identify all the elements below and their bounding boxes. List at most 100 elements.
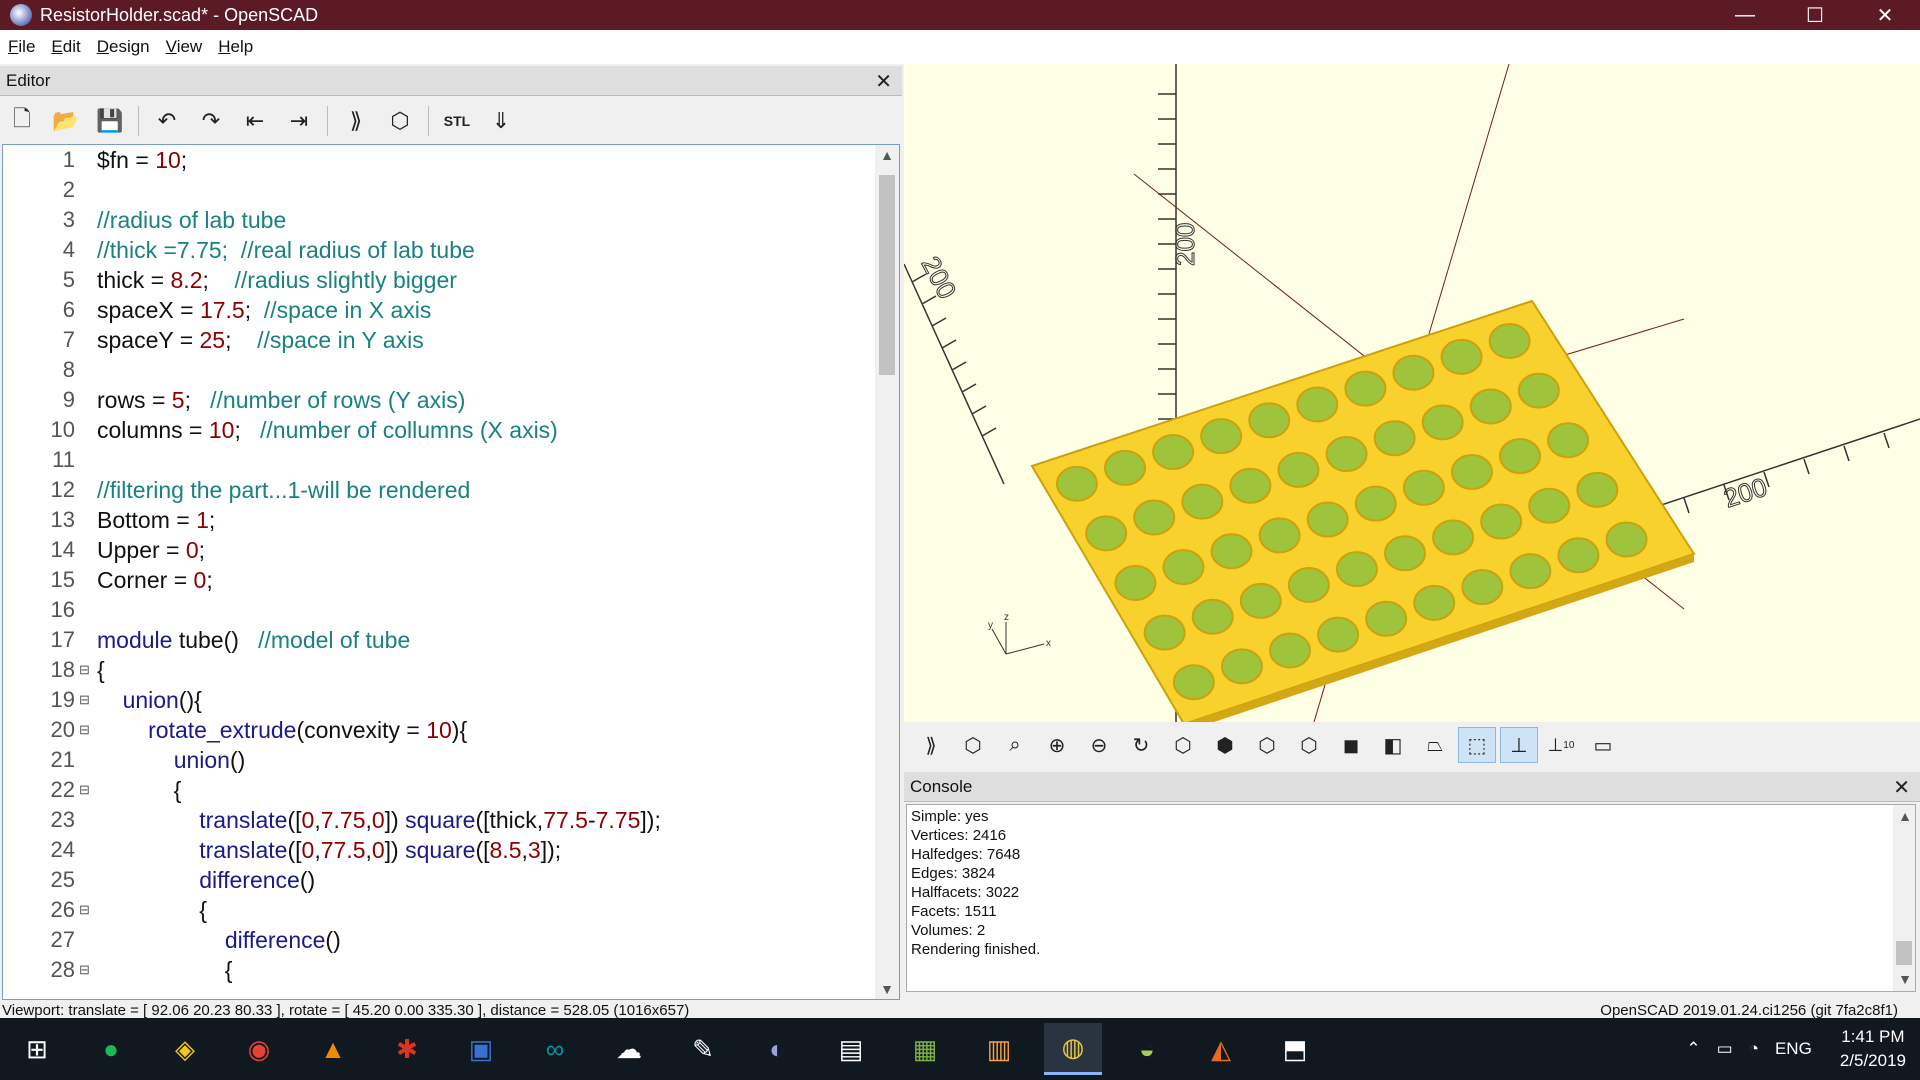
language-indicator[interactable]: ENG — [1775, 1039, 1812, 1059]
minimize-button[interactable]: — — [1710, 0, 1780, 30]
menu-view[interactable]: View — [158, 37, 211, 57]
fold-marker[interactable]: ⊟ — [79, 902, 93, 918]
unindent-icon[interactable]: ⇤ — [236, 102, 274, 140]
openscad-icon[interactable]: ◍ — [1044, 1023, 1102, 1075]
spotify-icon[interactable]: ● — [82, 1023, 140, 1075]
zoom-in-icon[interactable]: ⊕ — [1038, 727, 1076, 763]
zoom-out-icon[interactable]: ⊖ — [1080, 727, 1118, 763]
tube-hole — [1605, 521, 1648, 558]
render-icon[interactable]: ⬡ — [954, 727, 992, 763]
orientation-axes — [991, 622, 1045, 655]
line-number: 12 — [50, 477, 75, 502]
reset-view-icon[interactable]: ↻ — [1122, 727, 1160, 763]
tube-hole — [1317, 616, 1360, 653]
console-close-icon[interactable]: ✕ — [1893, 775, 1910, 800]
chevron-up-icon[interactable]: ⌃ — [1686, 1039, 1700, 1059]
export-stl-icon[interactable]: STL — [438, 102, 476, 140]
tube-hole — [1133, 499, 1176, 536]
send-to-print-icon[interactable]: ⇓ — [482, 102, 520, 140]
system-tray: ⌃ ▭ ◔ ENG 1:41 PM 2/5/2019 — [1678, 1018, 1906, 1080]
scroll-down-icon[interactable]: ▼ — [875, 981, 899, 997]
close-window-button[interactable]: ✕ — [1850, 0, 1920, 30]
perspective-icon[interactable]: ⏢ — [1416, 727, 1454, 763]
matlab-icon[interactable]: ◭ — [1192, 1023, 1250, 1075]
eclipse-icon[interactable]: ◐ — [748, 1023, 806, 1075]
view-all-icon[interactable]: ⌕ — [996, 727, 1034, 763]
battery-icon[interactable]: ▭ — [1717, 1039, 1733, 1059]
scroll-thumb[interactable] — [879, 175, 895, 375]
app-icon-5[interactable]: ▥ — [970, 1023, 1028, 1075]
tube-hole — [1440, 338, 1483, 375]
menu-file[interactable]: File — [0, 37, 43, 57]
console-line: Rendering finished. — [911, 941, 1041, 958]
3d-viewport[interactable]: 200 200 200 x y z — [904, 64, 1920, 722]
tube-hole — [1373, 420, 1416, 457]
menu-help[interactable]: Help — [210, 37, 261, 57]
show-edges-icon[interactable]: ▭ — [1584, 727, 1622, 763]
windows-start-icon[interactable]: ⊞ — [8, 1023, 66, 1075]
console-output[interactable]: Simple: yes Vertices: 2416 Halfedges: 76… — [906, 804, 1916, 992]
menu-edit[interactable]: Edit — [43, 37, 88, 57]
arduino-icon[interactable]: ∞ — [526, 1023, 584, 1075]
app-icon-7[interactable]: ⬒ — [1266, 1023, 1324, 1075]
code-line: 20 ⊟ rotate_extrude(convexity = 10){ — [3, 715, 893, 745]
wifi-icon[interactable]: ◔ — [1749, 1039, 1759, 1059]
tube-hole — [1239, 582, 1282, 619]
app-icon[interactable]: ☁ — [600, 1023, 658, 1075]
scroll-up-icon[interactable]: ▲ — [875, 147, 899, 163]
tube-hole — [1499, 438, 1541, 475]
view-back-icon[interactable]: ◧ — [1374, 727, 1412, 763]
maximize-button[interactable]: ☐ — [1780, 0, 1850, 30]
editor-close-icon[interactable]: ✕ — [875, 69, 892, 94]
scroll-thumb[interactable] — [1896, 941, 1912, 965]
fold-marker[interactable]: ⊟ — [79, 782, 93, 798]
render-icon[interactable]: ⬡ — [381, 102, 419, 140]
tube-hole — [1181, 483, 1224, 520]
code-editor[interactable]: 1 $fn = 10; 2 3//radius of lab tube 4//thick… — [2, 144, 900, 1000]
undo-icon[interactable]: ↶ — [148, 102, 186, 140]
editor-scrollbar[interactable]: ▲ ▼ — [875, 145, 899, 999]
tube-hole — [1085, 515, 1128, 552]
redo-icon[interactable]: ↷ — [192, 102, 230, 140]
menu-design[interactable]: Design — [89, 37, 158, 57]
fold-marker[interactable]: ⊟ — [79, 722, 93, 738]
fold-marker[interactable]: ⊟ — [79, 662, 93, 678]
save-disk-icon[interactable]: ▣ — [452, 1023, 510, 1075]
window-title: ResistorHolder.scad* - OpenSCAD — [40, 4, 319, 25]
view-front-icon[interactable]: ◼ — [1332, 727, 1370, 763]
fold-marker[interactable]: ⊟ — [79, 962, 93, 978]
editor-title: Editor — [6, 70, 51, 90]
app-icon-6[interactable]: ◒ — [1118, 1023, 1176, 1075]
chrome-icon[interactable]: ◉ — [230, 1023, 288, 1075]
fold-marker[interactable]: ⊟ — [79, 692, 93, 708]
save-icon[interactable]: 💾 — [91, 102, 129, 140]
scroll-down-icon[interactable]: ▼ — [1893, 970, 1917, 989]
show-scale-icon[interactable]: ⊥ 10 — [1542, 727, 1580, 763]
tube-hole — [1162, 549, 1205, 586]
show-axes-icon[interactable]: ⊥ — [1500, 727, 1538, 763]
console-line: Halffacets: 3022 — [911, 884, 1020, 901]
code-text: difference() — [199, 866, 316, 893]
code-line: 11 — [3, 445, 893, 475]
app-icon-2[interactable]: ✎ — [674, 1023, 732, 1075]
view-left-icon[interactable]: ⬡ — [1290, 727, 1328, 763]
view-right-icon[interactable]: ⬡ — [1164, 727, 1202, 763]
orthogonal-icon[interactable]: ⬚ — [1458, 727, 1496, 763]
open-icon[interactable]: 📂 — [47, 102, 85, 140]
view-top-icon[interactable]: ⬢ — [1206, 727, 1244, 763]
app-icon-4[interactable]: ▦ — [896, 1023, 954, 1075]
tube-hole — [1365, 600, 1408, 637]
scroll-up-icon[interactable]: ▲ — [1893, 807, 1917, 826]
view-bottom-icon[interactable]: ⬡ — [1248, 727, 1286, 763]
console-scrollbar[interactable]: ▲ ▼ — [1893, 805, 1915, 991]
preview-icon[interactable]: ⟫ — [337, 102, 375, 140]
preview-icon[interactable]: ⟫ — [912, 727, 950, 763]
tube-hole — [1354, 485, 1397, 522]
indent-icon[interactable]: ⇥ — [280, 102, 318, 140]
app-icon-3[interactable]: ▤ — [822, 1023, 880, 1075]
clock[interactable]: 1:41 PM 2/5/2019 — [1840, 1025, 1906, 1073]
lightbulb-app-icon[interactable]: ◈ — [156, 1023, 214, 1075]
new-icon[interactable]: 🗋 — [3, 102, 41, 140]
app-red-icon[interactable]: ✱ — [378, 1023, 436, 1075]
vlc-icon[interactable]: ▲ — [304, 1023, 362, 1075]
